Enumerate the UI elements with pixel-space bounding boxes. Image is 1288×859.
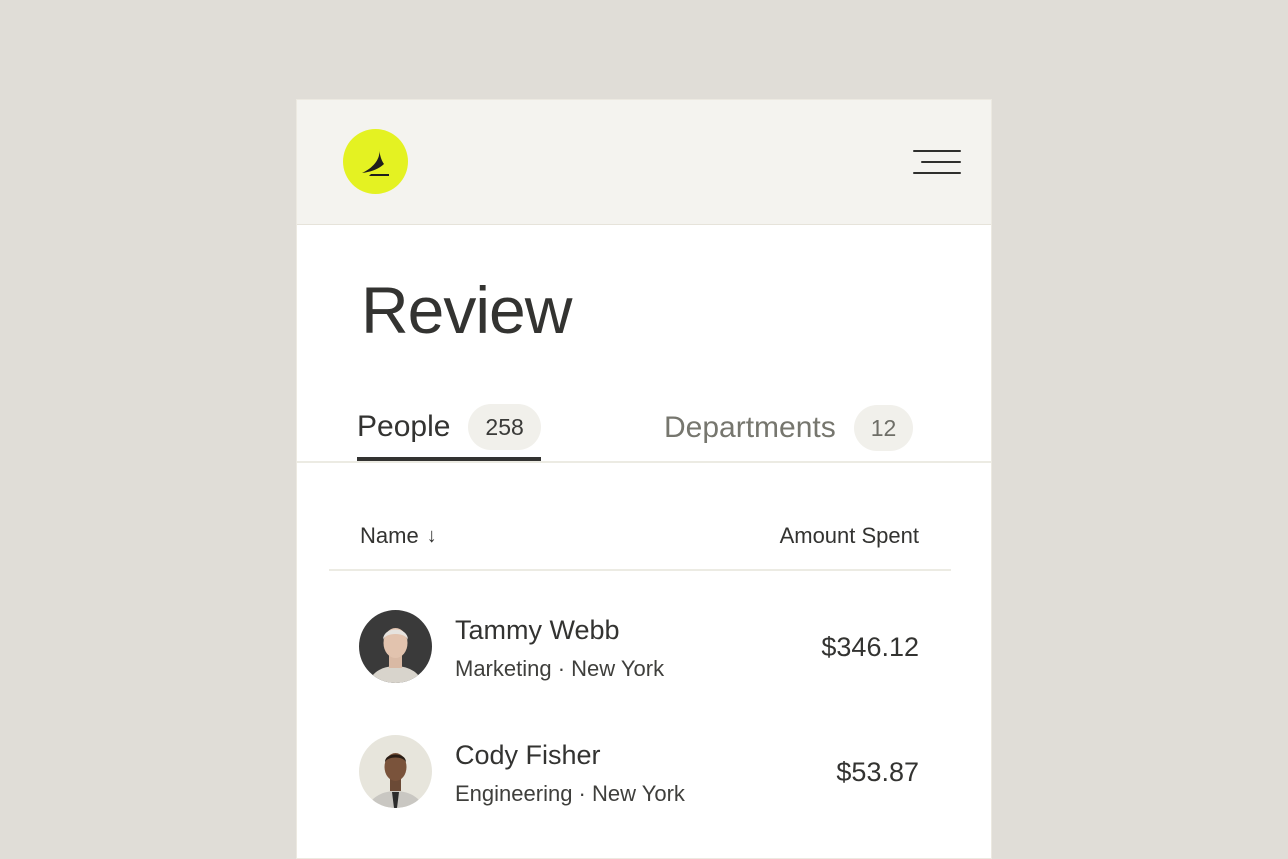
brand-logo-icon[interactable] — [343, 129, 408, 194]
tab-departments-label: Departments — [664, 411, 836, 444]
tab-people-count-badge: 258 — [468, 404, 541, 450]
review-panel: Review People 258 Departments 12 Name ↓ … — [296, 99, 992, 859]
person-name: Tammy Webb — [455, 615, 620, 645]
column-header-name-label: Name — [360, 523, 419, 548]
person-name: Cody Fisher — [455, 740, 601, 770]
column-header-name[interactable]: Name ↓ — [360, 523, 437, 549]
table-row[interactable]: Cody Fisher Engineering · New York $53.8… — [329, 735, 951, 845]
person-department-location: Engineering · New York — [455, 781, 685, 806]
column-header-amount[interactable]: Amount Spent — [780, 523, 919, 549]
amount-spent: $53.87 — [836, 757, 919, 787]
avatar — [359, 610, 432, 683]
hamburger-menu-icon[interactable] — [913, 150, 961, 174]
tab-departments[interactable]: Departments 12 — [664, 397, 914, 459]
page-title: Review — [361, 273, 572, 347]
table-header: Name ↓ Amount Spent — [329, 505, 951, 571]
top-bar — [297, 100, 991, 225]
avatar — [359, 735, 432, 808]
arrow-down-icon: ↓ — [426, 524, 437, 547]
table-row[interactable]: Tammy Webb Marketing · New York $346.12 — [329, 610, 951, 720]
tab-departments-count-badge: 12 — [853, 405, 914, 451]
amount-spent: $346.12 — [821, 632, 919, 662]
tab-people-label: People — [357, 410, 451, 443]
tab-people[interactable]: People 258 — [357, 397, 541, 461]
tab-bar: People 258 Departments 12 — [297, 397, 991, 463]
person-department-location: Marketing · New York — [455, 656, 665, 681]
